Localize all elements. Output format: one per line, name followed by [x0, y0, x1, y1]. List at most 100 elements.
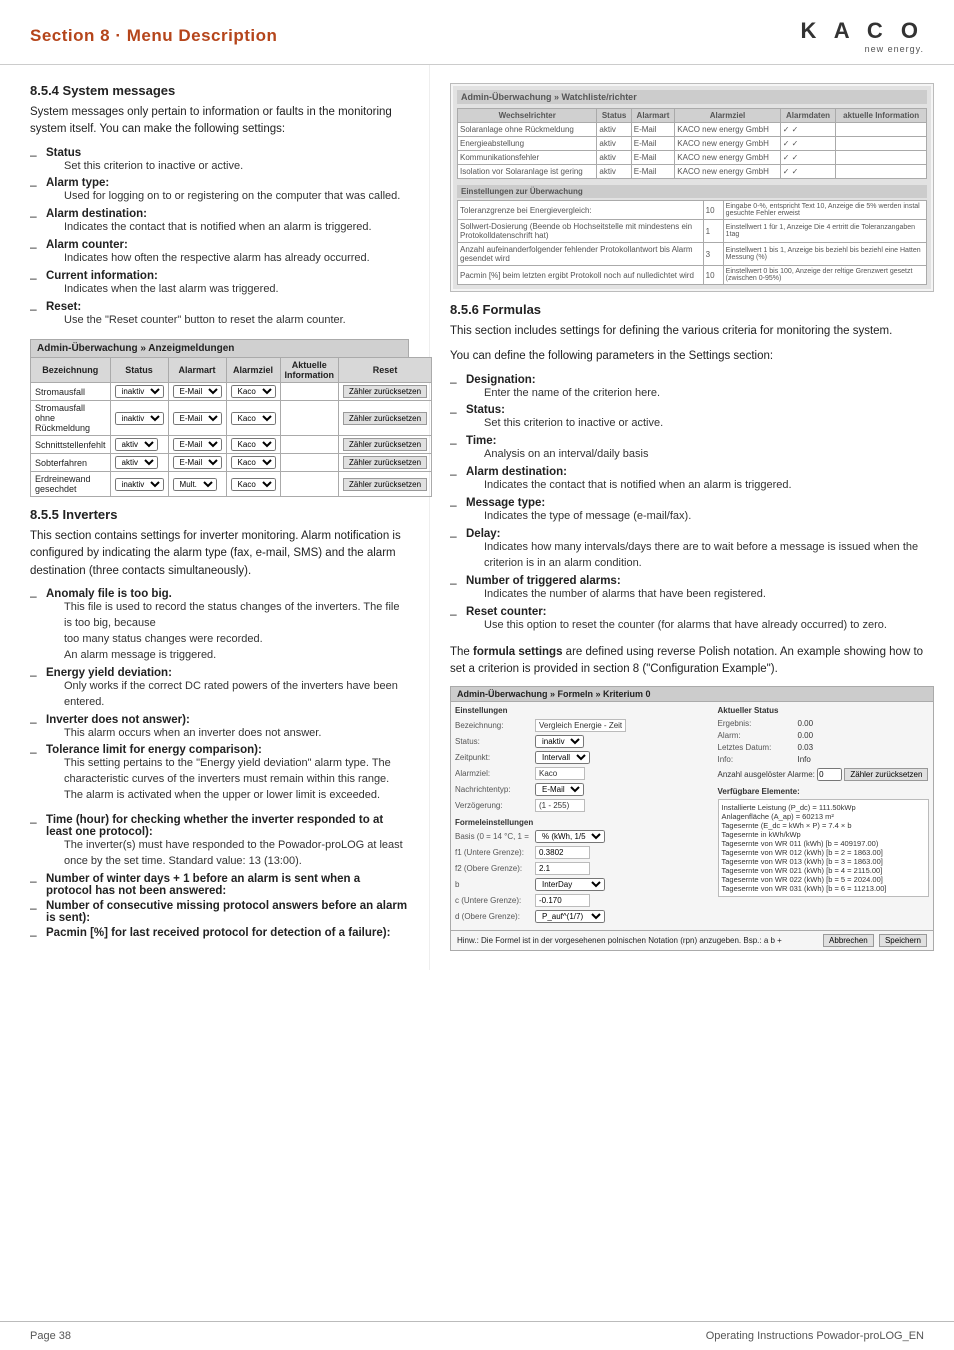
aktueller-status-label: Aktueller Status: [718, 706, 930, 715]
formula-row-verzoegerung: Verzögerung: (1 - 255): [455, 799, 714, 812]
table-row: Stromausfall inaktiv E-Mail Kaco Zähler …: [31, 383, 432, 401]
list-item: – Tolerance limit for energy comparison)…: [30, 744, 409, 804]
page-footer: Page 38 Operating Instructions Powador-p…: [0, 1321, 954, 1350]
col-alarmart: Alarmart: [168, 358, 226, 383]
dash-icon: –: [30, 208, 46, 223]
reset-btn[interactable]: Zähler zurücksetzen: [343, 478, 427, 491]
bullet-designation: Designation: Enter the name of the crite…: [466, 374, 660, 402]
formula-row-f3: c (Untere Grenze):: [455, 894, 714, 907]
formula-left-panel: Einstellungen Bezeichnung: Vergleich Ene…: [455, 706, 714, 926]
alarm-count-input[interactable]: [817, 768, 842, 781]
admin-table-title-854: Admin-Überwachung » Anzeigmeldungen: [30, 339, 409, 357]
formula-row-f1: f1 (Untere Grenze):: [455, 846, 714, 859]
verfuegbare-elemente-list: Installierte Leistung (P_dc) = 111.50kWp…: [718, 799, 930, 897]
logo-kaco: K A C O: [801, 18, 924, 44]
reset-btn[interactable]: Zähler zurücksetzen: [343, 412, 427, 425]
formula-row-status: Status: inaktiv: [455, 735, 714, 748]
formula-row-zeitpunkt: Zeitpunkt: Intervall: [455, 751, 714, 764]
formula-row-f2: f2 (Obere Grenze):: [455, 862, 714, 875]
f1-input[interactable]: [535, 846, 590, 859]
formula-b-select[interactable]: InterDay: [535, 878, 605, 891]
speichern-btn[interactable]: Speichern: [879, 934, 927, 947]
formula-info: Info: Info: [718, 755, 930, 764]
bullet-time-check: Time (hour) for checking whether the inv…: [46, 814, 409, 870]
s855-bullet-list: – Anomaly file is too big. This file is …: [30, 588, 409, 804]
s854-bullet-list: – Status Set this criterion to inactive …: [30, 147, 409, 330]
formula-row-f4: d (Obere Grenze): P_auf^(1/7): [455, 910, 714, 923]
dash-icon: –: [30, 270, 46, 285]
table-row: Erdreinewand gesechdet inaktiv Mult. Kac…: [31, 472, 432, 497]
formula-row-nachrichtentyp: Nachrichtentyp: E-Mail: [455, 783, 714, 796]
col-aktuelle-info: Aktuelle Information: [280, 358, 339, 383]
bullet-alarm-dest: Alarm destination: Indicates the contact…: [466, 466, 792, 494]
formula-screenshot: Admin-Überwachung » Formeln » Kriterium …: [450, 686, 934, 951]
formula-basis-select[interactable]: % (kWh, 1/50): [535, 830, 605, 843]
logo-area: K A C O new energy.: [801, 18, 924, 54]
list-item: – Energy yield deviation: Only works if …: [30, 667, 409, 711]
list-item: – Number of triggered alarms: Indicates …: [450, 575, 934, 603]
dash-icon: –: [30, 927, 46, 942]
bullet-msg-type: Message type: Indicates the type of mess…: [466, 497, 691, 525]
dash-icon: –: [30, 744, 46, 759]
s856-heading: 8.5.6 Formulas: [450, 302, 934, 317]
bullet-status: Status: Set this criterion to inactive o…: [466, 404, 663, 432]
list-item: – Reset counter: Use this option to rese…: [450, 606, 934, 634]
list-item: – Number of winter days + 1 before an al…: [30, 873, 409, 897]
f2-input[interactable]: [535, 862, 590, 875]
dash-icon: –: [30, 177, 46, 192]
list-item: – Time: Analysis on an interval/daily ba…: [450, 435, 934, 463]
list-item: – Inverter does not answer): This alarm …: [30, 714, 409, 742]
list-item: – Status Set this criterion to inactive …: [30, 147, 409, 175]
watchlist-settings-label: Einstellungen zur Überwachung: [457, 185, 927, 198]
watchlist-settings-table: Toleranzgrenze bei Energievergleich: 10 …: [457, 200, 927, 285]
table-row: Solaranlage ohne Rückmeldung aktiv E-Mai…: [458, 123, 927, 137]
zaehler-btn[interactable]: Zähler zurücksetzen: [844, 768, 928, 781]
table-row: Stromausfall ohne Rückmeldung inaktiv E-…: [31, 401, 432, 436]
bullet-inverter-no-answer: Inverter does not answer): This alarm oc…: [46, 714, 321, 742]
formula-status-select[interactable]: inaktiv: [535, 735, 584, 748]
dash-icon: –: [30, 301, 46, 316]
list-item: – Alarm destination: Indicates the conta…: [30, 208, 409, 236]
table-row: Sobterfahren aktiv E-Mail Kaco Zähler zu…: [31, 454, 432, 472]
bullet-alarm-counter: Alarm counter: Indicates how often the r…: [46, 239, 370, 267]
dash-icon: –: [30, 667, 46, 682]
list-item: – Number of consecutive missing protocol…: [30, 900, 409, 924]
section-title: Section 8 · Menu Description: [30, 26, 277, 45]
formula-f4-select[interactable]: P_auf^(1/7): [535, 910, 605, 923]
dash-icon: –: [30, 900, 46, 915]
s855-heading: 8.5.5 Inverters: [30, 507, 409, 522]
formula-zeitpunkt-select[interactable]: Intervall: [535, 751, 590, 764]
s854-heading: 8.5.4 System messages: [30, 83, 409, 98]
dash-icon: –: [30, 873, 46, 888]
reset-btn[interactable]: Zähler zurücksetzen: [343, 385, 427, 398]
reset-btn[interactable]: Zähler zurücksetzen: [343, 438, 427, 451]
formula-intro: The formula settings are defined using r…: [450, 644, 934, 679]
formula-nachrichtentyp-select[interactable]: E-Mail: [535, 783, 584, 796]
formeleinstellungen-label: Formeleinstellungen: [455, 818, 714, 827]
col-alarmziel: Alarmziel: [226, 358, 280, 383]
admin-table-854: Bezeichnung Status Alarmart Alarmziel Ak…: [30, 357, 432, 497]
dash-icon: –: [450, 404, 466, 419]
reset-btn[interactable]: Zähler zurücksetzen: [343, 456, 427, 469]
bullet-triggered-alarms: Number of triggered alarms: Indicates th…: [466, 575, 766, 603]
dash-icon: –: [30, 714, 46, 729]
bullet-reset: Reset: Use the "Reset counter" button to…: [46, 301, 346, 329]
abbrechen-btn[interactable]: Abbrechen: [823, 934, 874, 947]
list-item: – Current information: Indicates when th…: [30, 270, 409, 298]
f3-input[interactable]: [535, 894, 590, 907]
bullet-status: Status Set this criterion to inactive or…: [46, 147, 243, 175]
verfuegbare-elemente-label: Verfügbare Elemente:: [718, 787, 930, 796]
col-reset: Reset: [339, 358, 432, 383]
dash-icon: –: [450, 575, 466, 590]
formula-box-title: Admin-Überwachung » Formeln » Kriterium …: [451, 687, 933, 702]
formula-row-basis: Basis (0 = 14 °C, 1 = % (kWh, 1/50): [455, 830, 714, 843]
bullet-tolerance: Tolerance limit for energy comparison): …: [46, 744, 409, 804]
formula-einstellungen-label: Einstellungen: [455, 706, 714, 715]
formula-row-b: b InterDay: [455, 878, 714, 891]
formula-box-body: Einstellungen Bezeichnung: Vergleich Ene…: [451, 702, 933, 930]
bullet-delay: Delay: Indicates how many intervals/days…: [466, 528, 934, 572]
formula-note-text: Hinw.: Die Formel ist in der vorgesehene…: [457, 936, 782, 945]
bullet-time: Time: Analysis on an interval/daily basi…: [466, 435, 648, 463]
bullet-current-info: Current information: Indicates when the …: [46, 270, 279, 298]
watchlist-table: Wechselrichter Status Alarmart Alarmziel…: [457, 108, 927, 179]
